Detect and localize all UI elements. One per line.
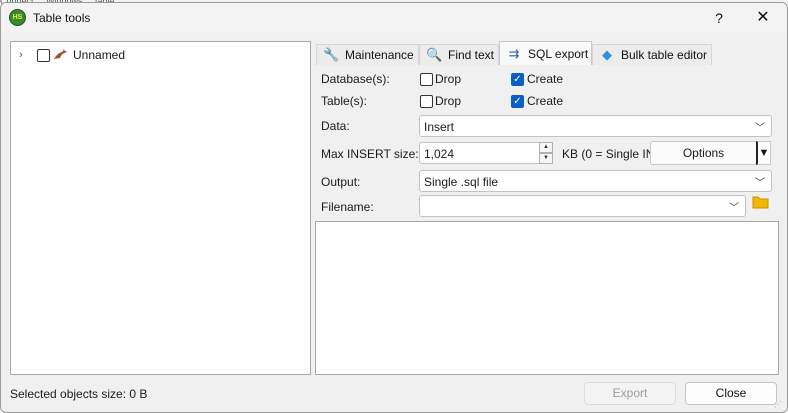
sql-export-panel: Database(s): Drop ✓ Create Table(s): Dro… bbox=[316, 64, 779, 220]
options-dropdown-button[interactable]: ▼ bbox=[756, 141, 771, 165]
data-select[interactable]: Insert ﹀ bbox=[419, 115, 772, 137]
chevron-down-icon: ﹀ bbox=[729, 203, 739, 214]
databases-label: Database(s): bbox=[321, 72, 390, 86]
max-insert-size-input[interactable]: 1,024 bbox=[419, 142, 541, 164]
table-tools-dialog: HS Table tools ? ✕ › Unnamed 🔧 Maintenan… bbox=[0, 2, 788, 413]
table-create-label: Create bbox=[527, 94, 564, 108]
heidisql-app-icon: HS bbox=[9, 9, 26, 26]
database-drop-label: Drop bbox=[435, 72, 462, 86]
kb-hint-text: KB (0 = Single INSERT) bbox=[562, 147, 650, 161]
tab-sql-export-label: SQL export bbox=[528, 47, 589, 61]
output-select-value: Single .sql file bbox=[424, 175, 499, 189]
sql-output-textarea[interactable] bbox=[315, 221, 779, 375]
dialog-title: Table tools bbox=[33, 11, 91, 25]
chevron-down-icon: ﹀ bbox=[755, 123, 765, 134]
tree-item-label: Unnamed bbox=[73, 48, 126, 62]
output-label: Output: bbox=[321, 175, 361, 189]
resize-grip-icon[interactable]: ⋰ bbox=[774, 400, 784, 410]
database-drop-checkbox[interactable] bbox=[420, 73, 433, 86]
close-window-button[interactable]: ✕ bbox=[747, 3, 779, 33]
tab-maintenance-label: Maintenance bbox=[345, 48, 414, 62]
tab-find-text[interactable]: 🔍 Find text bbox=[419, 44, 499, 65]
wrench-icon: 🔧 bbox=[323, 47, 340, 62]
selected-objects-size-status: Selected objects size: 0 B bbox=[10, 387, 148, 401]
dolphin-icon bbox=[53, 48, 69, 62]
spin-up-button[interactable]: ▲ bbox=[539, 142, 553, 153]
table-drop-label: Drop bbox=[435, 94, 462, 108]
options-button[interactable]: Options bbox=[650, 141, 757, 165]
help-button[interactable]: ? bbox=[707, 3, 731, 33]
folder-icon[interactable] bbox=[750, 194, 771, 215]
max-insert-size-label: Max INSERT size: bbox=[321, 147, 419, 161]
tab-bulk-table-editor-label: Bulk table editor bbox=[621, 48, 708, 62]
database-tree[interactable]: › Unnamed bbox=[10, 41, 311, 375]
tree-item[interactable]: › Unnamed bbox=[11, 46, 301, 64]
chevron-right-icon[interactable]: › bbox=[19, 46, 29, 64]
close-button[interactable]: Close bbox=[685, 382, 777, 405]
tab-maintenance[interactable]: 🔧 Maintenance bbox=[316, 44, 419, 65]
data-select-value: Insert bbox=[424, 120, 455, 134]
magnifier-icon: 🔍 bbox=[426, 47, 443, 62]
export-arrows-icon: ⇉ bbox=[508, 46, 520, 61]
tree-item-checkbox[interactable] bbox=[37, 49, 50, 62]
chevron-down-icon: ﹀ bbox=[755, 178, 765, 189]
export-button[interactable]: Export bbox=[584, 382, 676, 405]
tab-find-text-label: Find text bbox=[448, 48, 495, 62]
title-bar: HS Table tools ? ✕ bbox=[1, 3, 787, 33]
table-drop-checkbox[interactable] bbox=[420, 95, 433, 108]
data-label: Data: bbox=[321, 119, 350, 133]
filename-label: Filename: bbox=[321, 200, 374, 214]
tab-bulk-table-editor[interactable]: ◆ Bulk table editor bbox=[592, 44, 712, 65]
tab-sql-export[interactable]: ⇉ SQL export bbox=[499, 41, 592, 65]
table-create-checkbox[interactable]: ✓ bbox=[511, 95, 524, 108]
layers-icon: ◆ bbox=[602, 47, 612, 62]
tab-strip: 🔧 Maintenance 🔍 Find text ⇉ SQL export ◆… bbox=[316, 41, 786, 65]
output-select[interactable]: Single .sql file ﹀ bbox=[419, 170, 772, 192]
database-create-label: Create bbox=[527, 72, 564, 86]
tables-label: Table(s): bbox=[321, 94, 368, 108]
filename-combo[interactable]: ﹀ bbox=[419, 195, 746, 217]
max-insert-size-value: 1,024 bbox=[424, 147, 455, 161]
spin-down-button[interactable]: ▼ bbox=[539, 153, 553, 164]
database-create-checkbox[interactable]: ✓ bbox=[511, 73, 524, 86]
max-insert-size-stepper: ▲ ▼ bbox=[539, 142, 553, 164]
